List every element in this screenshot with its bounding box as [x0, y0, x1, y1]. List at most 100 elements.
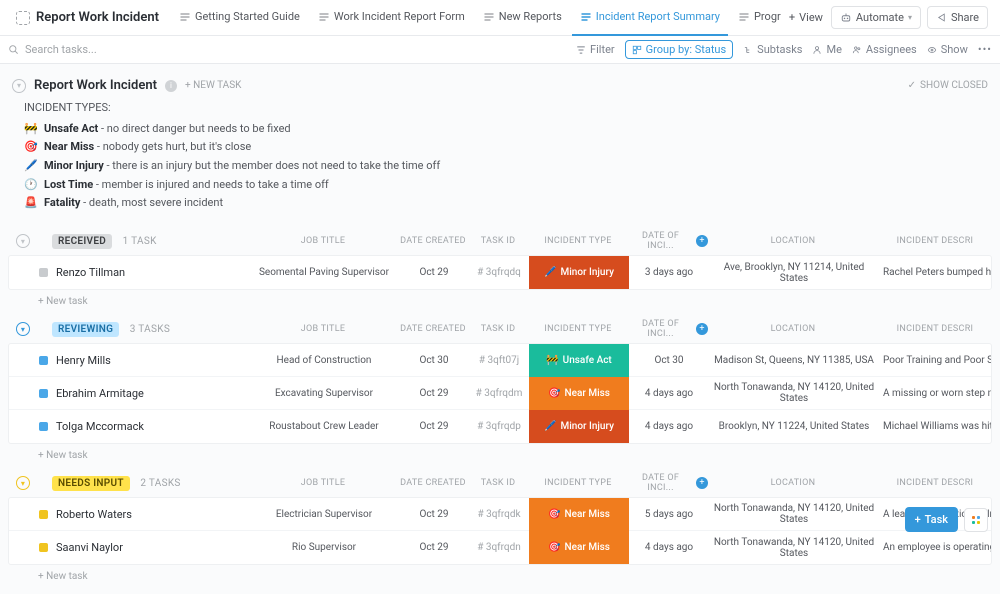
col-date-incident[interactable]: DATE OF INCI...+ — [628, 319, 708, 339]
tab-progress-board[interactable]: Progress Board — [730, 0, 781, 36]
col-incident-desc[interactable]: INCIDENT DESCRI — [878, 236, 992, 246]
col-date-created[interactable]: DATE CREATED — [398, 478, 468, 488]
status-square-icon[interactable] — [39, 356, 48, 365]
col-location[interactable]: LOCATION — [708, 478, 878, 488]
collapse-toggle[interactable]: ▾ — [12, 79, 26, 93]
group-header: ▾ NEEDS INPUT 2 TASKS JOB TITLE DATE CRE… — [8, 473, 992, 493]
col-incident-type[interactable]: INCIDENT TYPE — [528, 478, 628, 488]
new-task-row[interactable]: + New task — [8, 290, 992, 309]
cell-task-id: # 3qfrqdm — [469, 388, 529, 399]
share-icon — [936, 12, 947, 23]
tab-new-reports[interactable]: New Reports — [475, 0, 570, 36]
new-task-fab[interactable]: + Task — [905, 507, 958, 532]
col-job-title[interactable]: JOB TITLE — [248, 236, 398, 246]
cell-incident-type[interactable]: 🚧Unsafe Act — [529, 344, 629, 377]
task-row[interactable]: Ebrahim Armitage Excavating Supervisor O… — [9, 377, 991, 410]
tab-getting-started-guide[interactable]: Getting Started Guide — [171, 0, 308, 36]
task-row[interactable]: Roberto Waters Electrician Supervisor Oc… — [9, 498, 991, 531]
task-name: Renzo Tillman — [56, 266, 125, 279]
task-row[interactable]: Henry Mills Head of Construction Oct 30 … — [9, 344, 991, 377]
status-square-icon[interactable] — [39, 268, 48, 277]
cell-job-title: Electrician Supervisor — [249, 509, 399, 520]
col-date-created[interactable]: DATE CREATED — [398, 324, 468, 334]
more-icon[interactable]: ••• — [978, 43, 992, 56]
assignees-button[interactable]: Assignees — [852, 43, 917, 56]
task-row[interactable]: Saanvi Naylor Rio Supervisor Oct 29 # 3q… — [9, 531, 991, 564]
status-group: ▾ REVIEWING 3 TASKS JOB TITLE DATE CREAT… — [8, 319, 992, 463]
filter-button[interactable]: Filter — [576, 43, 615, 56]
robot-icon — [840, 12, 852, 24]
cell-incident-type[interactable]: 🎯Near Miss — [529, 498, 629, 531]
col-task-id[interactable]: TASK ID — [468, 324, 528, 334]
task-count: 1 TASK — [123, 236, 157, 247]
new-task-button[interactable]: + NEW TASK — [185, 80, 241, 91]
view-icon — [318, 11, 330, 23]
status-square-icon[interactable] — [39, 510, 48, 519]
col-date-incident[interactable]: DATE OF INCI...+ — [628, 473, 708, 493]
tab-incident-report-summary[interactable]: Incident Report Summary — [572, 0, 728, 36]
cell-location: North Tonawanda, NY 14120, United States — [709, 382, 879, 404]
col-location[interactable]: LOCATION — [708, 324, 878, 334]
filter-icon — [576, 45, 586, 55]
col-task-id[interactable]: TASK ID — [468, 236, 528, 246]
apps-button[interactable] — [964, 508, 988, 532]
status-square-icon[interactable] — [39, 422, 48, 431]
new-task-row[interactable]: + New task — [8, 444, 992, 463]
plus-icon[interactable]: + — [696, 323, 708, 335]
type-emoji: 🖊️ — [544, 421, 556, 432]
col-incident-type[interactable]: INCIDENT TYPE — [528, 324, 628, 334]
col-job-title[interactable]: JOB TITLE — [248, 324, 398, 334]
info-icon[interactable]: i — [165, 80, 177, 92]
col-job-title[interactable]: JOB TITLE — [248, 478, 398, 488]
show-button[interactable]: Show — [927, 43, 968, 56]
tab-work-incident-report-form[interactable]: Work Incident Report Form — [310, 0, 473, 36]
task-row[interactable]: Tolga Mccormack Roustabout Crew Leader O… — [9, 410, 991, 443]
show-closed-button[interactable]: ✓ SHOW CLOSED — [908, 80, 988, 91]
status-chip[interactable]: REVIEWING — [52, 322, 119, 337]
cell-location: North Tonawanda, NY 14120, United States — [709, 503, 879, 525]
status-square-icon[interactable] — [39, 389, 48, 398]
type-emoji: 🕐 — [24, 176, 38, 195]
task-row[interactable]: Renzo Tillman Seomental Paving Superviso… — [9, 256, 991, 289]
plus-icon[interactable]: + — [696, 477, 708, 489]
col-incident-desc[interactable]: INCIDENT DESCRI — [878, 324, 992, 334]
view-icon — [179, 11, 191, 23]
cell-incident-type[interactable]: 🎯Near Miss — [529, 377, 629, 410]
type-name: Near Miss — [44, 140, 94, 153]
share-button[interactable]: Share — [927, 6, 988, 29]
type-text: - death, most severe incident — [80, 196, 223, 209]
col-incident-type[interactable]: INCIDENT TYPE — [528, 236, 628, 246]
cell-date-created: Oct 30 — [399, 355, 469, 366]
cell-location: North Tonawanda, NY 14120, United States — [709, 537, 879, 559]
cell-incident-type[interactable]: 🎯Near Miss — [529, 531, 629, 564]
type-emoji: 🚧 — [546, 355, 558, 366]
col-date-incident[interactable]: DATE OF INCI...+ — [628, 231, 708, 251]
status-chip[interactable]: RECEIVED — [52, 234, 112, 249]
search-input[interactable]: Search tasks... — [8, 43, 576, 56]
cell-date-created: Oct 29 — [399, 542, 469, 553]
task-count: 2 TASKS — [140, 478, 180, 489]
col-incident-desc[interactable]: INCIDENT DESCRI — [878, 478, 992, 488]
new-task-row[interactable]: + New task — [8, 565, 992, 584]
cell-incident-type[interactable]: 🖊️Minor Injury — [529, 256, 629, 289]
type-label: Near Miss — [565, 542, 610, 553]
group-by-button[interactable]: Group by: Status — [625, 40, 734, 59]
view-tabs: Getting Started GuideWork Incident Repor… — [171, 0, 781, 36]
plus-icon[interactable]: + — [696, 235, 708, 247]
task-name: Ebrahim Armitage — [56, 387, 144, 400]
cell-incident-type[interactable]: 🖊️Minor Injury — [529, 410, 629, 443]
incident-type-desc: 🎯Near Miss - nobody gets hurt, but it's … — [24, 138, 976, 157]
status-square-icon[interactable] — [39, 543, 48, 552]
col-location[interactable]: LOCATION — [708, 236, 878, 246]
type-label: Near Miss — [565, 509, 610, 520]
cell-date-incident: 3 days ago — [629, 267, 709, 278]
add-view-button[interactable]: + View — [781, 11, 831, 24]
type-text: - no direct danger but needs to be fixed — [98, 122, 290, 135]
subtasks-button[interactable]: Subtasks — [743, 43, 802, 56]
type-name: Minor Injury — [44, 159, 104, 172]
automate-button[interactable]: Automate ▾ — [831, 6, 921, 29]
col-task-id[interactable]: TASK ID — [468, 478, 528, 488]
status-chip[interactable]: NEEDS INPUT — [52, 476, 130, 491]
me-button[interactable]: Me — [812, 43, 841, 56]
col-date-created[interactable]: DATE CREATED — [398, 236, 468, 246]
